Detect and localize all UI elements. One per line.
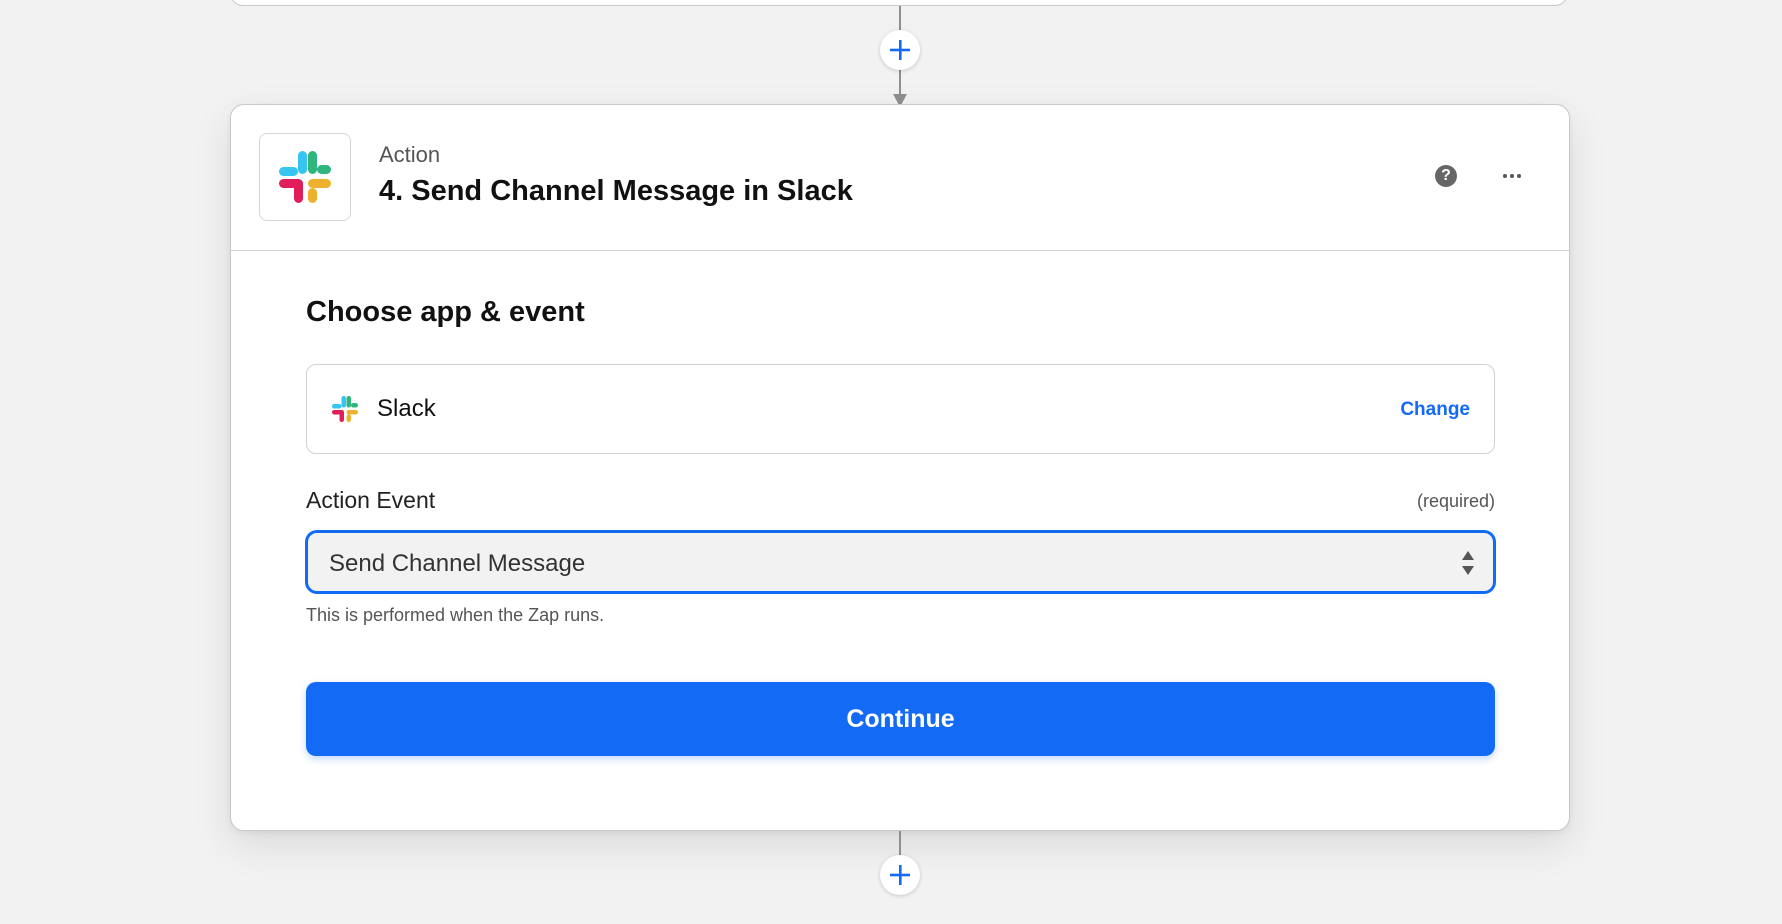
- select-updown-icon: [1462, 551, 1474, 575]
- slack-logo-icon: [332, 396, 358, 422]
- step-header[interactable]: Action 4. Send Channel Message in Slack …: [231, 105, 1569, 251]
- continue-button[interactable]: Continue: [306, 682, 1495, 756]
- more-options-icon[interactable]: [1499, 165, 1525, 187]
- action-event-label: Action Event: [306, 487, 436, 513]
- action-event-helper-text: This is performed when the Zap runs.: [306, 605, 605, 625]
- action-event-select[interactable]: Send Channel Message: [305, 530, 1496, 594]
- add-step-button[interactable]: [880, 855, 920, 895]
- step-type-label: Action: [379, 142, 441, 167]
- plus-icon: [890, 40, 910, 60]
- help-icon[interactable]: ?: [1435, 165, 1457, 187]
- zap-editor-canvas: Action 4. Send Channel Message in Slack …: [0, 0, 1782, 924]
- change-app-link[interactable]: Change: [1400, 400, 1470, 419]
- app-selector[interactable]: Slack Change: [306, 364, 1495, 454]
- step-title: 4. Send Channel Message in Slack: [379, 175, 853, 207]
- step-app-icon: [259, 133, 351, 221]
- required-indicator: (required): [1416, 491, 1495, 511]
- add-step-button[interactable]: [880, 30, 920, 70]
- section-title: Choose app & event: [306, 296, 585, 328]
- selected-app-name: Slack: [377, 395, 436, 422]
- action-event-value: Send Channel Message: [329, 550, 586, 577]
- plus-icon: [890, 865, 910, 885]
- slack-logo-icon: [279, 151, 331, 203]
- action-step-card: Action 4. Send Channel Message in Slack …: [230, 104, 1570, 831]
